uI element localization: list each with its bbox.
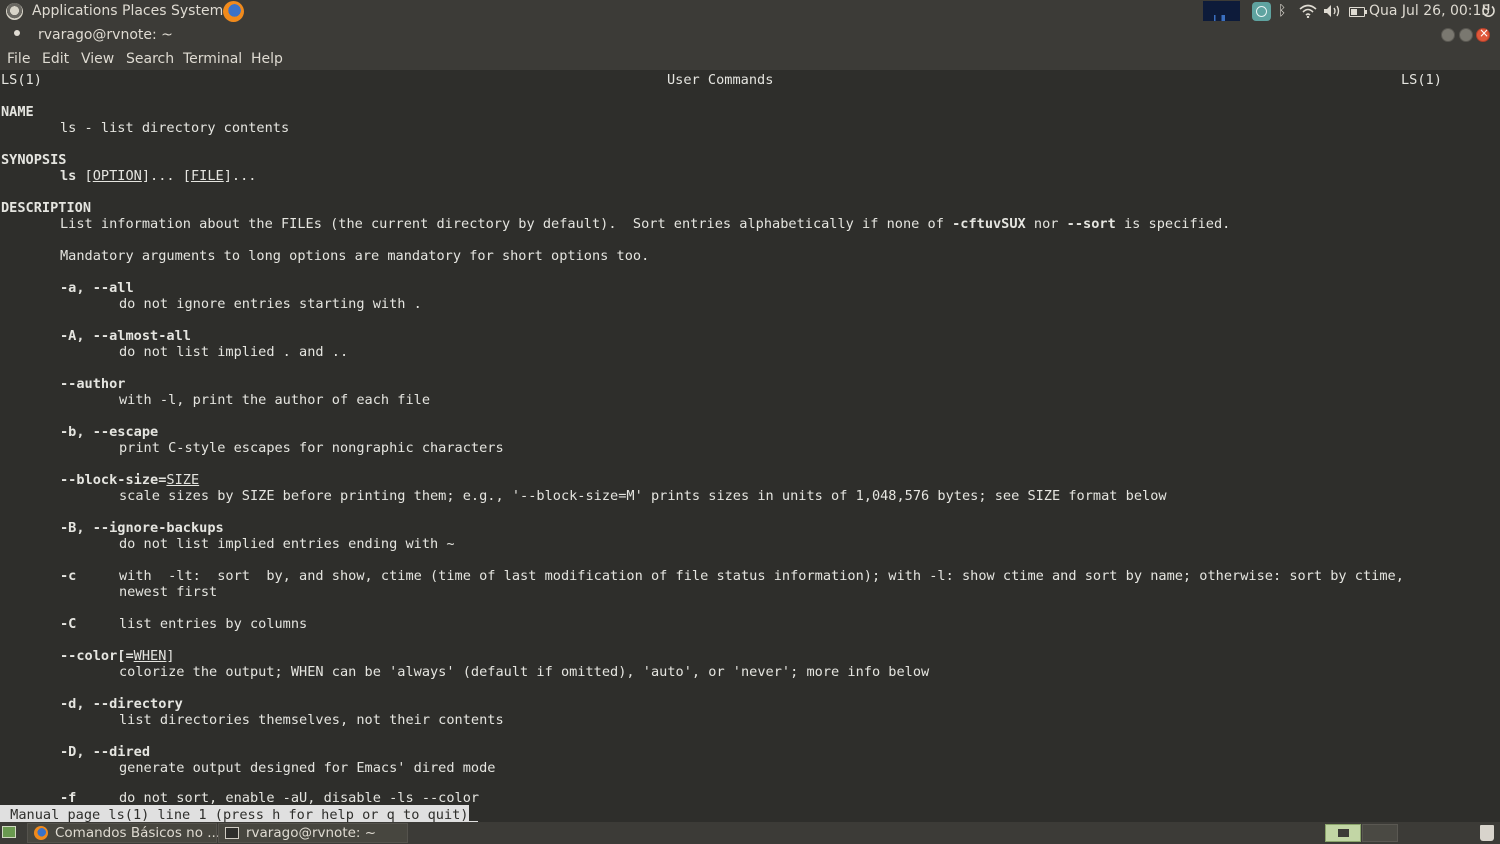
desc-text-d: --sort: [1066, 216, 1116, 232]
system-menu[interactable]: System: [171, 3, 223, 19]
section-name-heading: NAME: [1, 104, 34, 120]
option-color-arg: WHEN: [133, 648, 167, 664]
option-c-desc-2: newest first: [119, 584, 218, 600]
maximize-button[interactable]: [1459, 28, 1473, 42]
name-text: ls - list directory contents: [60, 120, 290, 136]
option-A-desc: do not list implied . and ..: [119, 344, 349, 360]
option-C-desc: list entries by columns: [119, 616, 308, 632]
option-D: -D, --dired: [60, 744, 151, 760]
option-D-desc: generate output designed for Emacs' dire…: [119, 760, 496, 776]
synopsis-cmd: ls: [60, 168, 77, 184]
option-f-desc: do not sort, enable -aU, disable -ls --c…: [119, 790, 480, 806]
menu-view[interactable]: View: [81, 51, 114, 67]
pager-status-text: Manual page ls(1) line 1 (press h for he…: [2, 807, 469, 822]
ubuntu-logo-icon[interactable]: [6, 3, 23, 20]
terminal-menu-bar: File Edit View Search Terminal Help: [0, 48, 1500, 70]
option-color: --color[=WHEN]: [60, 648, 175, 664]
battery-icon[interactable]: [1349, 7, 1367, 17]
option-a: -a, --all: [60, 280, 134, 296]
trash-icon[interactable]: [1480, 825, 1494, 841]
option-f: -f: [60, 790, 77, 806]
desc-text-e: is specified.: [1115, 216, 1231, 232]
option-b: -b, --escape: [60, 424, 159, 440]
minimize-button[interactable]: [1441, 28, 1455, 42]
option-author: --author: [60, 376, 126, 392]
option-C: -C: [60, 616, 77, 632]
terminal-content[interactable]: LS(1) User Commands LS(1) NAME ls - list…: [0, 70, 1500, 822]
option-B-desc: do not list implied entries ending with …: [119, 536, 455, 552]
synopsis-file: FILE: [190, 168, 224, 184]
option-B: -B, --ignore-backups: [60, 520, 224, 536]
clock[interactable]: Qua Jul 26, 00:15: [1369, 3, 1490, 19]
taskbar-item-label: Comandos Básicos no ...: [55, 825, 221, 841]
workspace-1[interactable]: [1325, 824, 1361, 842]
option-color-flag: --color[=: [60, 648, 134, 664]
firefox-icon: [34, 826, 48, 840]
option-block-size-flag: --block-size=: [60, 472, 167, 488]
option-d: -d, --directory: [60, 696, 183, 712]
system-monitor-icon[interactable]: [1203, 1, 1240, 21]
taskbar-item-firefox[interactable]: Comandos Básicos no ...: [27, 823, 221, 843]
option-d-desc: list directories themselves, not their c…: [119, 712, 504, 728]
option-block-size: --block-size=SIZE: [60, 472, 199, 488]
close-button[interactable]: [1476, 26, 1490, 42]
applications-menu[interactable]: Applications: [32, 3, 118, 19]
option-A: -A, --almost-all: [60, 328, 191, 344]
option-a-desc: do not ignore entries starting with .: [119, 296, 422, 312]
bluetooth-icon[interactable]: ᛒ: [1278, 3, 1286, 19]
window-menu-icon[interactable]: [14, 30, 20, 36]
option-author-desc: with -l, print the author of each file: [119, 392, 430, 408]
description-line-1: List information about the FILEs (the cu…: [60, 216, 1230, 232]
option-block-size-arg: SIZE: [166, 472, 200, 488]
option-b-desc: print C-style escapes for nongraphic cha…: [119, 440, 504, 456]
places-menu[interactable]: Places: [122, 3, 167, 19]
wifi-icon[interactable]: [1299, 4, 1317, 18]
pager-status-line: Manual page ls(1) line 1 (press h for he…: [0, 805, 478, 822]
option-c-desc: with -lt: sort by, and show, ctime (time…: [119, 568, 1404, 584]
section-synopsis-heading: SYNOPSIS: [1, 152, 67, 168]
top-panel: Applications Places System ᛒ Qua Jul 26,…: [0, 0, 1500, 23]
menu-help[interactable]: Help: [251, 51, 283, 67]
taskbar-item-label: rvarago@rvnote: ~: [246, 825, 377, 841]
desc-text-a: List information about the FILEs (the cu…: [60, 216, 953, 232]
window-title-bar[interactable]: rvarago@rvnote: ~: [0, 23, 1500, 48]
section-description-heading: DESCRIPTION: [1, 200, 92, 216]
desc-text-b: -cftuvSUX: [952, 216, 1026, 232]
menu-search[interactable]: Search: [126, 51, 174, 67]
window-title: rvarago@rvnote: ~: [38, 27, 173, 43]
option-c: -c: [60, 568, 77, 584]
synopsis-line: ls [OPTION]... [FILE]...: [60, 168, 257, 184]
man-header-center: User Commands: [667, 72, 774, 88]
synopsis-option: OPTION: [92, 168, 142, 184]
show-desktop-icon[interactable]: [2, 826, 16, 838]
option-color-end: ]: [166, 648, 175, 664]
man-header-left: LS(1): [1, 72, 42, 88]
firefox-launcher-icon[interactable]: [223, 1, 244, 22]
option-block-size-desc: scale sizes by SIZE before printing them…: [119, 488, 1167, 504]
workspace-2[interactable]: [1362, 824, 1398, 842]
menu-file[interactable]: File: [7, 51, 30, 67]
tray-app-icon[interactable]: [1252, 2, 1271, 21]
menu-terminal[interactable]: Terminal: [183, 51, 242, 67]
bottom-panel: Comandos Básicos no ... rvarago@rvnote: …: [0, 822, 1500, 844]
text-cursor: [468, 805, 478, 821]
option-color-desc: colorize the output; WHEN can be 'always…: [119, 664, 930, 680]
desc-text-c: nor: [1025, 216, 1067, 232]
volume-icon[interactable]: [1323, 4, 1343, 18]
power-icon[interactable]: [1481, 3, 1496, 18]
taskbar-item-terminal[interactable]: rvarago@rvnote: ~: [218, 823, 408, 843]
man-header-right: LS(1): [1401, 72, 1442, 88]
menu-edit[interactable]: Edit: [42, 51, 69, 67]
terminal-icon: [225, 827, 239, 839]
description-line-2: Mandatory arguments to long options are …: [60, 248, 650, 264]
